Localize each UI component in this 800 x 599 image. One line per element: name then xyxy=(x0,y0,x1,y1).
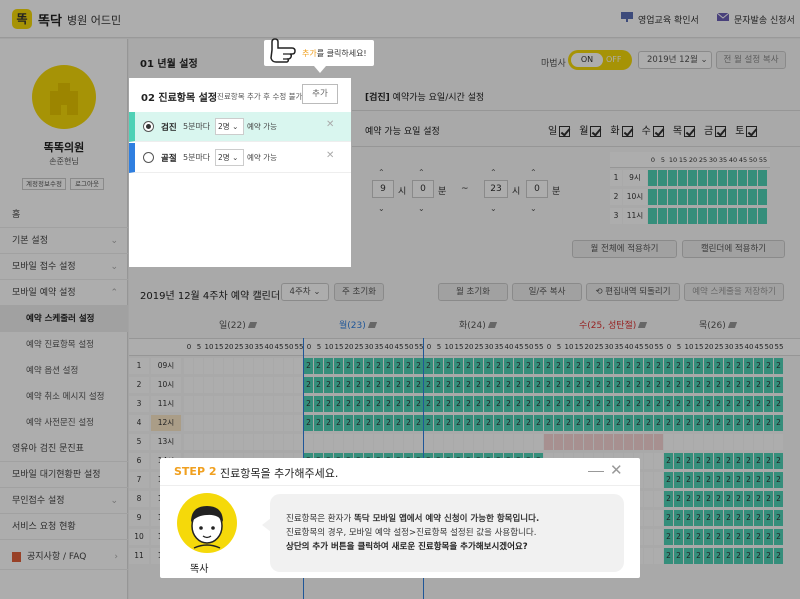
delete-icon[interactable]: ✕ xyxy=(326,119,334,130)
treatment-items-panel: 02 진료항목 설정 진료항목 추가 후 수정 불가 추가 검진 5분마다 2명 ⌄… xyxy=(129,78,351,267)
item-count-value: 2명 xyxy=(218,153,230,162)
radio-empty-icon[interactable] xyxy=(143,152,154,163)
line1-bold: 똑닥 모바일 앱에서 예약 신청이 가능한 항목입니다. xyxy=(353,514,540,524)
treatment-item-row[interactable]: 골절 5분마다 2명 ⌄ 예약 가능 ✕ xyxy=(129,143,351,173)
chevron-down-icon: ⌄ xyxy=(232,153,239,162)
pointing-hand-icon xyxy=(270,38,296,63)
panel-note: 진료항목 추가 후 수정 불가 xyxy=(217,92,303,101)
item-name: 검진 xyxy=(161,123,177,133)
item-status: 예약 가능 xyxy=(247,122,277,131)
dialog-line3: 상단의 추가 버튼을 클릭하여 새로운 진료항목을 추가해보시겠어요? xyxy=(286,542,528,552)
divider xyxy=(160,485,640,486)
tooltip-suffix: 를 클릭하세요! xyxy=(316,49,367,58)
bubble-arrow xyxy=(262,518,271,532)
tooltip-highlight: 추가 xyxy=(302,49,317,58)
dialog-step: STEP 2 xyxy=(174,465,217,478)
item-name: 골절 xyxy=(161,154,177,164)
item-count-value: 2명 xyxy=(218,122,230,131)
tooltip-arrow xyxy=(314,66,326,73)
item-interval: 5분마다 xyxy=(183,122,211,131)
close-icon[interactable]: ✕ xyxy=(610,461,623,479)
add-item-button[interactable]: 추가 xyxy=(302,84,338,104)
item-count-select[interactable]: 2명 ⌄ xyxy=(215,149,244,166)
character-name: 똑사 xyxy=(190,564,209,575)
panel-title: 02 진료항목 설정 xyxy=(141,93,218,104)
line1-normal: 진료항목은 환자가 xyxy=(286,514,354,524)
dialog-bubble: 진료항목은 환자가 똑닥 모바일 앱에서 예약 신청이 가능한 항목입니다. 진… xyxy=(262,494,624,572)
dialog-line1: 진료항목은 환자가 똑닥 모바일 앱에서 예약 신청이 가능한 항목입니다. xyxy=(286,512,539,524)
character-avatar-icon xyxy=(177,493,237,553)
radio-checked-icon[interactable] xyxy=(143,121,154,132)
treatment-item-row[interactable]: 검진 5분마다 2명 ⌄ 예약 가능 ✕ xyxy=(129,112,351,142)
minimize-icon[interactable] xyxy=(588,471,604,472)
dialog-line2: 진료항목의 경우, 모바일 예약 설정>진료항목 설정된 값을 사용합니다. xyxy=(286,528,537,538)
item-interval: 5분마다 xyxy=(183,153,211,162)
chevron-down-icon: ⌄ xyxy=(232,122,239,131)
item-status: 예약 가능 xyxy=(247,153,277,162)
tooltip-text: 추가를 클릭하세요! xyxy=(302,48,367,59)
delete-icon[interactable]: ✕ xyxy=(326,150,334,161)
item-count-select[interactable]: 2명 ⌄ xyxy=(215,118,244,135)
dialog-title: 진료항목을 추가해주세요. xyxy=(220,467,339,480)
